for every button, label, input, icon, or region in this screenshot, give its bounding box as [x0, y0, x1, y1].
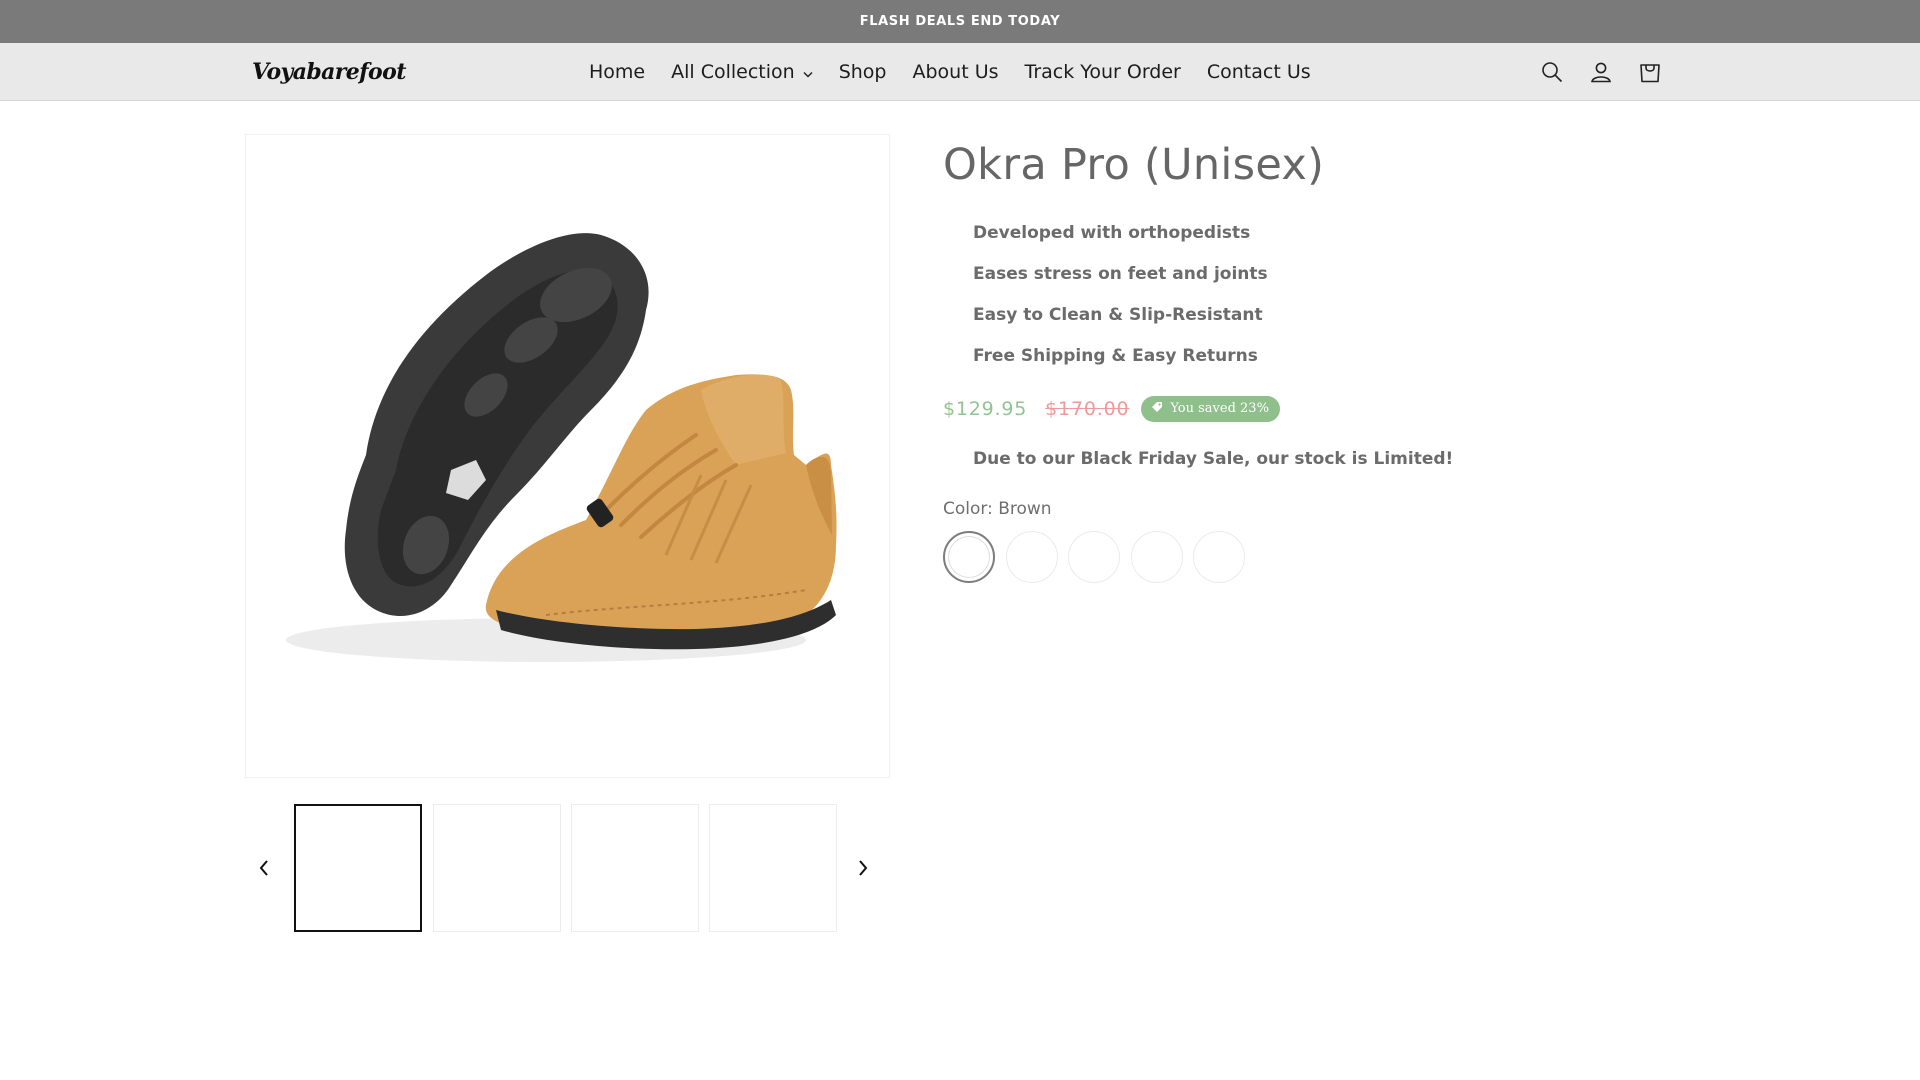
color-swatch-5[interactable] — [1193, 531, 1245, 583]
nav-about-us-label: About Us — [912, 61, 999, 83]
feature-item: Eases stress on feet and joints — [973, 264, 1268, 284]
sale-price: $129.95 — [943, 397, 1028, 420]
nav-track-order-label: Track Your Order — [1024, 61, 1181, 83]
nav-all-collection-label: All Collection — [671, 61, 795, 83]
logo[interactable]: Voyabarefoot — [252, 53, 406, 91]
main-nav: Home All Collection Shop About Us Track … — [576, 43, 1324, 101]
color-swatch-3[interactable] — [1068, 531, 1120, 583]
nav-home[interactable]: Home — [576, 61, 658, 83]
header-icons — [1540, 43, 1662, 101]
chevron-right-icon[interactable] — [851, 856, 875, 880]
main-product-image[interactable] — [245, 134, 890, 778]
cart-icon[interactable] — [1638, 60, 1662, 84]
price-row: $129.95 $170.00 You saved 23% — [943, 395, 1280, 422]
color-label: Color: Brown — [943, 499, 1052, 519]
nav-track-order[interactable]: Track Your Order — [1012, 61, 1194, 83]
thumbnail-4[interactable] — [709, 804, 837, 932]
color-swatch-4[interactable] — [1131, 531, 1183, 583]
nav-shop-label: Shop — [838, 61, 887, 83]
feature-item: Easy to Clean & Slip-Resistant — [973, 305, 1263, 325]
thumbnail-2[interactable] — [433, 804, 561, 932]
nav-about-us[interactable]: About Us — [899, 61, 1011, 83]
stock-notice: Due to our Black Friday Sale, our stock … — [973, 449, 1454, 469]
thumbnail-3[interactable] — [571, 804, 699, 932]
chevron-down-icon — [803, 61, 813, 83]
feature-item: Free Shipping & Easy Returns — [973, 346, 1258, 366]
site-header: Voyabarefoot Home All Collection Shop Ab… — [0, 43, 1920, 101]
feature-item: Developed with orthopedists — [973, 223, 1251, 243]
nav-shop[interactable]: Shop — [826, 61, 900, 83]
nav-home-label: Home — [589, 61, 646, 83]
shoe-image — [286, 233, 837, 662]
compare-price: $170.00 — [1045, 397, 1130, 420]
tag-icon — [1151, 401, 1163, 417]
nav-contact-us[interactable]: Contact Us — [1194, 61, 1324, 83]
thumbnail-1[interactable] — [294, 804, 422, 932]
product-title: Okra Pro (Unisex) — [943, 140, 1325, 190]
feature-list: Developed with orthopedists Eases stress… — [973, 219, 1268, 383]
search-icon[interactable] — [1540, 60, 1564, 84]
savings-text: You saved 23% — [1170, 401, 1269, 416]
nav-all-collection[interactable]: All Collection — [658, 61, 826, 83]
logo-text: Voyabarefoot — [252, 59, 406, 85]
account-icon[interactable] — [1589, 60, 1613, 84]
announcement-bar: FLASH DEALS END TODAY — [0, 0, 1920, 43]
color-swatch-2[interactable] — [1006, 531, 1058, 583]
announcement-text: FLASH DEALS END TODAY — [859, 14, 1061, 29]
nav-contact-us-label: Contact Us — [1206, 61, 1311, 83]
chevron-left-icon[interactable] — [252, 856, 276, 880]
color-swatch-1[interactable] — [943, 531, 995, 583]
thumbnail-strip — [245, 804, 890, 934]
savings-badge: You saved 23% — [1141, 395, 1280, 422]
